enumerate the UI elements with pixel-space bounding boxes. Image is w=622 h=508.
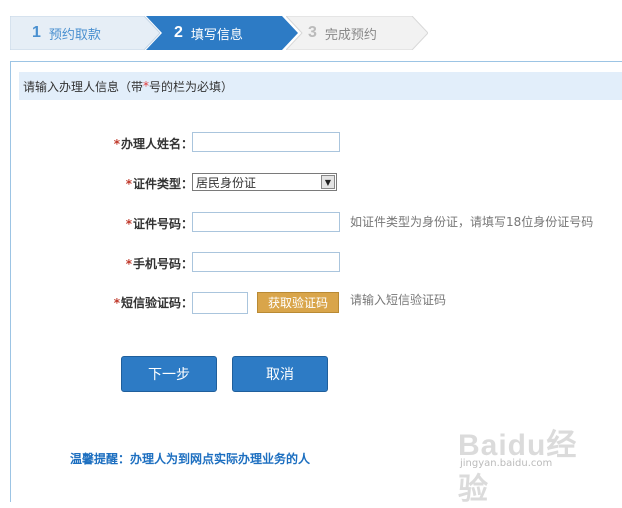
instructions-text-start: 请输入办理人信息（带 [23, 79, 144, 94]
id-type-select[interactable]: 居民身份证 ▼ [192, 173, 337, 191]
form-instructions: 请输入办理人信息（带 * 号的栏为必填） [19, 72, 622, 100]
step-2-number: 2 [174, 24, 183, 41]
watermark-url: jingyan.baidu.com [460, 458, 553, 469]
phone-label: *手机号码： [125, 257, 193, 271]
step-3-label: 完成预约 [324, 27, 377, 43]
sms-code-input[interactable] [192, 292, 248, 314]
sms-code-label: *短信验证码： [113, 296, 193, 310]
cancel-button[interactable]: 取消 [232, 356, 328, 392]
step-3: 3 完成预约 [286, 16, 428, 50]
next-step-button[interactable]: 下一步 [121, 356, 217, 392]
step-2: 2 填写信息 [146, 16, 298, 50]
step-progress: 1 预约取款 2 填写信息 3 完成预约 [10, 16, 430, 50]
name-input[interactable] [192, 132, 340, 152]
step-3-number: 3 [308, 24, 317, 41]
reminder-notice: 温馨提醒：办理人为到网点实际办理业务的人 [70, 452, 311, 466]
id-number-input[interactable] [192, 212, 340, 232]
step-1-number: 1 [32, 24, 41, 41]
phone-input[interactable] [192, 252, 340, 272]
step-1-label: 预约取款 [48, 27, 101, 43]
name-label: *办理人姓名： [113, 137, 193, 151]
id-number-hint: 如证件类型为身份证，请填写18位身份证号码 [350, 215, 594, 229]
step-2-label: 填写信息 [190, 27, 243, 43]
baidu-jingyan-watermark: Baidu经验 jingyan.baidu.com [458, 420, 608, 506]
step-1: 1 预约取款 [10, 16, 160, 50]
id-type-value: 居民身份证 [196, 175, 257, 190]
instructions-text-end: 号的栏为必填） [149, 79, 234, 94]
sms-code-hint: 请输入短信验证码 [350, 293, 447, 307]
id-type-label: *证件类型： [125, 177, 193, 191]
id-number-label: *证件号码： [125, 217, 193, 231]
get-sms-code-button[interactable]: 获取验证码 [257, 292, 339, 313]
dropdown-arrow-icon[interactable]: ▼ [321, 175, 335, 189]
